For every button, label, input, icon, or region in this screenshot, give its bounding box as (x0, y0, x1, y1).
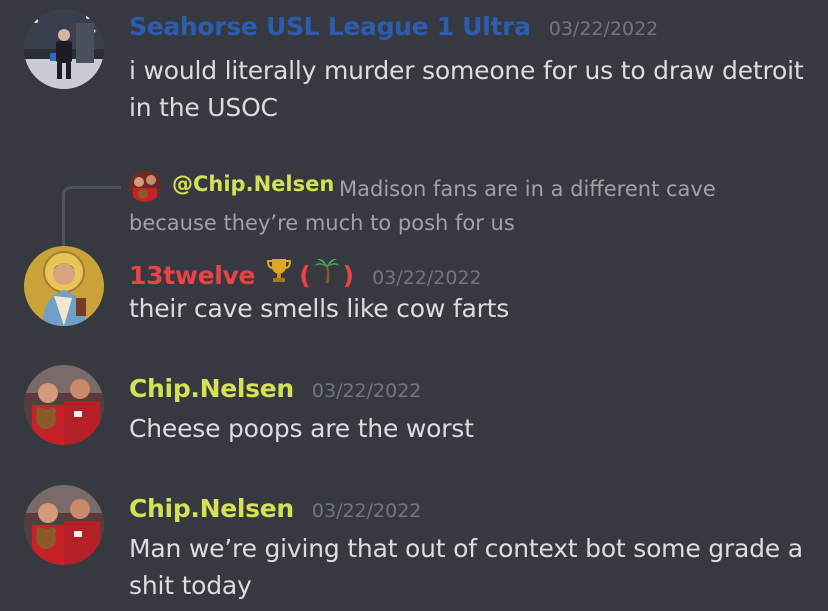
avatar[interactable] (24, 246, 104, 326)
message-text: their cave smells like cow farts (129, 294, 510, 323)
message-header: Seahorse USL League 1 Ultra 03/22/2022 (129, 12, 658, 41)
avatar[interactable] (24, 365, 104, 445)
timestamp: 03/22/2022 (372, 267, 482, 289)
message-text: i would literally murder someone for us … (129, 56, 804, 122)
snowy-street-photo-icon (24, 9, 104, 89)
username[interactable]: Chip.Nelsen (129, 494, 294, 523)
username[interactable]: 13twelve (129, 261, 256, 290)
message-header: 13twelve ( ) 03/22/2022 (129, 256, 482, 290)
palm-tree-icon (313, 256, 341, 284)
stadium-fans-image (24, 365, 104, 445)
trophy-icon (265, 256, 293, 284)
avatar[interactable] (24, 9, 104, 89)
reply-mention[interactable]: @Chip.Nelsen (172, 172, 334, 196)
username[interactable]: Chip.Nelsen (129, 374, 294, 403)
timestamp: 03/22/2022 (548, 18, 659, 40)
message-header: Chip.Nelsen 03/22/2022 (129, 494, 421, 523)
message-text: Man we’re giving that out of context bot… (129, 534, 803, 600)
timestamp: 03/22/2022 (311, 500, 422, 522)
badge-paren-open: ( (299, 261, 311, 290)
username[interactable]: Seahorse USL League 1 Ultra (129, 12, 531, 41)
message-text: Cheese poops are the worst (129, 414, 474, 443)
message-header: Chip.Nelsen 03/22/2022 (129, 374, 421, 403)
stadium-fans-image (24, 485, 104, 565)
badge-paren-close: ) (342, 261, 355, 290)
saint-icon-image (24, 246, 104, 326)
avatar[interactable] (24, 485, 104, 565)
timestamp: 03/22/2022 (311, 380, 422, 402)
reply-connector (62, 186, 121, 247)
